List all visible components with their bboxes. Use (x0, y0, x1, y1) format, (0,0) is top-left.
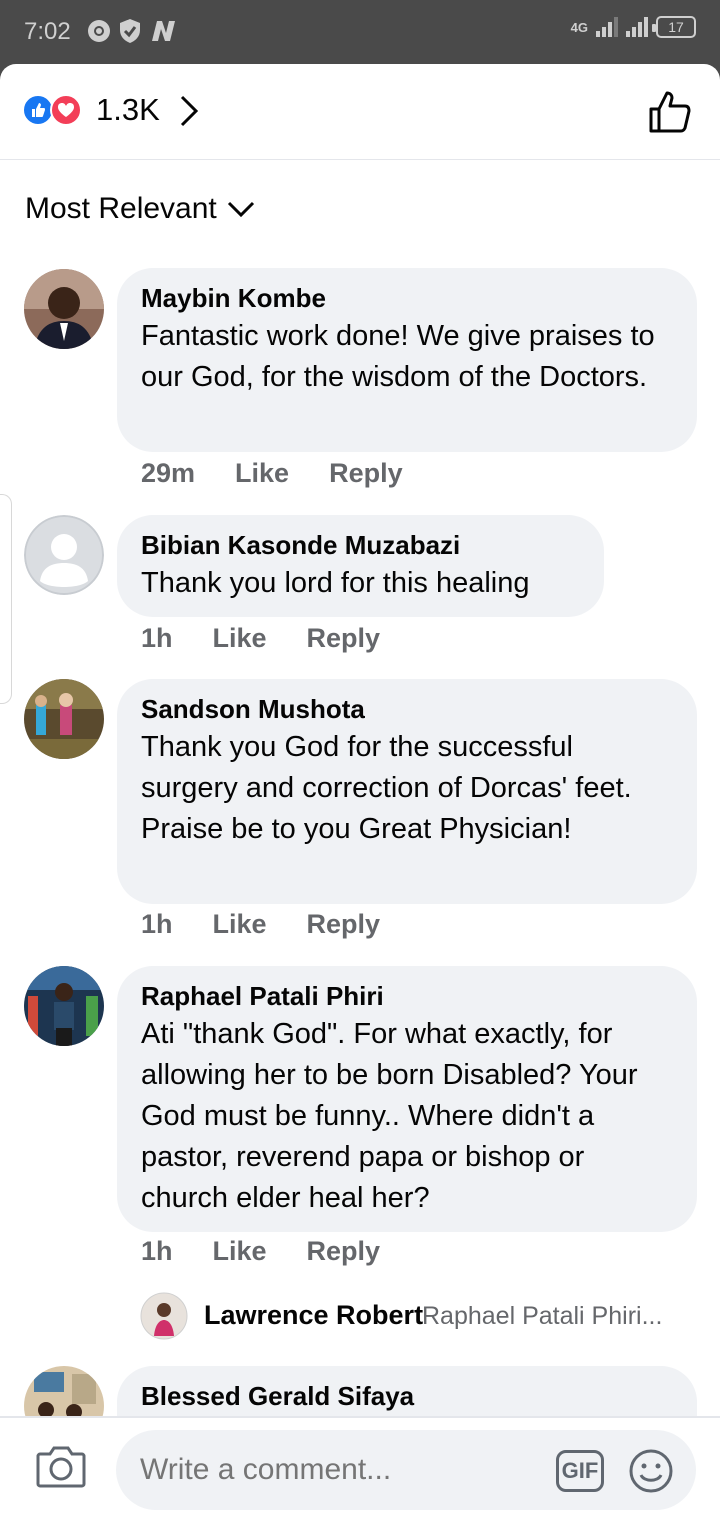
avatar[interactable] (24, 269, 104, 349)
avatar[interactable] (24, 966, 104, 1046)
shield-icon (120, 19, 140, 43)
network-label: 4G (570, 19, 588, 35)
comment-time: 29m (141, 458, 196, 488)
status-bar: 7:02 4G 17 (0, 0, 720, 64)
avatar[interactable] (24, 515, 104, 595)
like-post-button[interactable] (648, 90, 692, 134)
comment-bubble[interactable]: Sandson Mushota Thank you God for the su… (117, 679, 697, 904)
like-button[interactable]: Like (235, 458, 289, 489)
commenter-name[interactable]: Raphael Patali Phiri (141, 980, 673, 1012)
avatar[interactable] (140, 1292, 188, 1340)
like-button[interactable]: Like (213, 623, 267, 654)
commenter-name[interactable]: Blessed Gerald Sifaya (141, 1380, 673, 1412)
sort-label: Most Relevant (25, 192, 217, 225)
emoji-icon[interactable] (628, 1448, 674, 1494)
like-button[interactable]: Like (213, 1236, 267, 1267)
comment-actions: 1h Like Reply (141, 909, 380, 940)
comment-bubble[interactable]: Maybin Kombe Fantastic work done! We giv… (117, 268, 697, 452)
comment-actions: 1h Like Reply (141, 623, 380, 654)
reply-button[interactable]: Reply (307, 909, 381, 940)
notification-icons (86, 18, 178, 44)
reply-button[interactable]: Reply (307, 1236, 381, 1267)
reply-author[interactable]: Lawrence Robert (204, 1300, 423, 1331)
reply-text: Raphael Patali Phiri... (422, 1302, 663, 1330)
comment-text: Ati "thank God". For what exactly, for a… (141, 1018, 638, 1214)
side-handle[interactable] (0, 494, 12, 704)
comment-time: 1h (141, 909, 173, 939)
signal-icon-2 (626, 17, 648, 37)
comment-input[interactable] (116, 1430, 696, 1510)
comment-text: Fantastic work done! We give praises to … (141, 320, 655, 393)
signal-icon (596, 17, 618, 37)
commenter-name[interactable]: Sandson Mushota (141, 693, 673, 725)
comment-text: Thank you God for the successful surgery… (141, 731, 632, 845)
comment-time: 1h (141, 623, 173, 653)
comment-actions: 29m Like Reply (141, 458, 403, 489)
comment-text: Thank you lord for this healing (141, 567, 530, 599)
comment-bubble[interactable]: Bibian Kasonde Muzabazi Thank you lord f… (117, 515, 604, 617)
reply-button[interactable]: Reply (329, 458, 403, 489)
camera-icon[interactable] (36, 1444, 86, 1488)
comment-actions: 1h Like Reply (141, 1236, 380, 1267)
chrome-icon (88, 20, 110, 42)
comments-sheet: 1.3K Most Relevant Maybin Kombe Fantasti… (0, 64, 720, 1520)
commenter-name[interactable]: Maybin Kombe (141, 282, 673, 314)
comment-time: 1h (141, 1236, 173, 1266)
reactions-bar[interactable]: 1.3K (0, 64, 720, 160)
chevron-right-icon[interactable] (176, 94, 200, 128)
sort-dropdown[interactable]: Most Relevant (25, 192, 255, 226)
status-time: 7:02 (24, 18, 71, 45)
n-app-icon (152, 21, 175, 41)
gif-button[interactable]: GIF (556, 1450, 604, 1492)
comment-bubble[interactable]: Raphael Patali Phiri Ati "thank God". Fo… (117, 966, 697, 1232)
avatar[interactable] (24, 679, 104, 759)
reply-button[interactable]: Reply (307, 623, 381, 654)
reaction-count[interactable]: 1.3K (96, 92, 160, 128)
chevron-down-icon (227, 201, 254, 218)
comment-composer: GIF (0, 1416, 720, 1520)
love-reaction-icon (50, 94, 82, 126)
like-button[interactable]: Like (213, 909, 267, 940)
commenter-name[interactable]: Bibian Kasonde Muzabazi (141, 529, 580, 561)
reaction-icons (22, 94, 86, 128)
status-right: 4G 17 (571, 16, 696, 38)
reply-preview[interactable]: Lawrence Robert Raphael Patali Phiri... (140, 1292, 700, 1342)
battery-icon: 17 (652, 16, 696, 38)
